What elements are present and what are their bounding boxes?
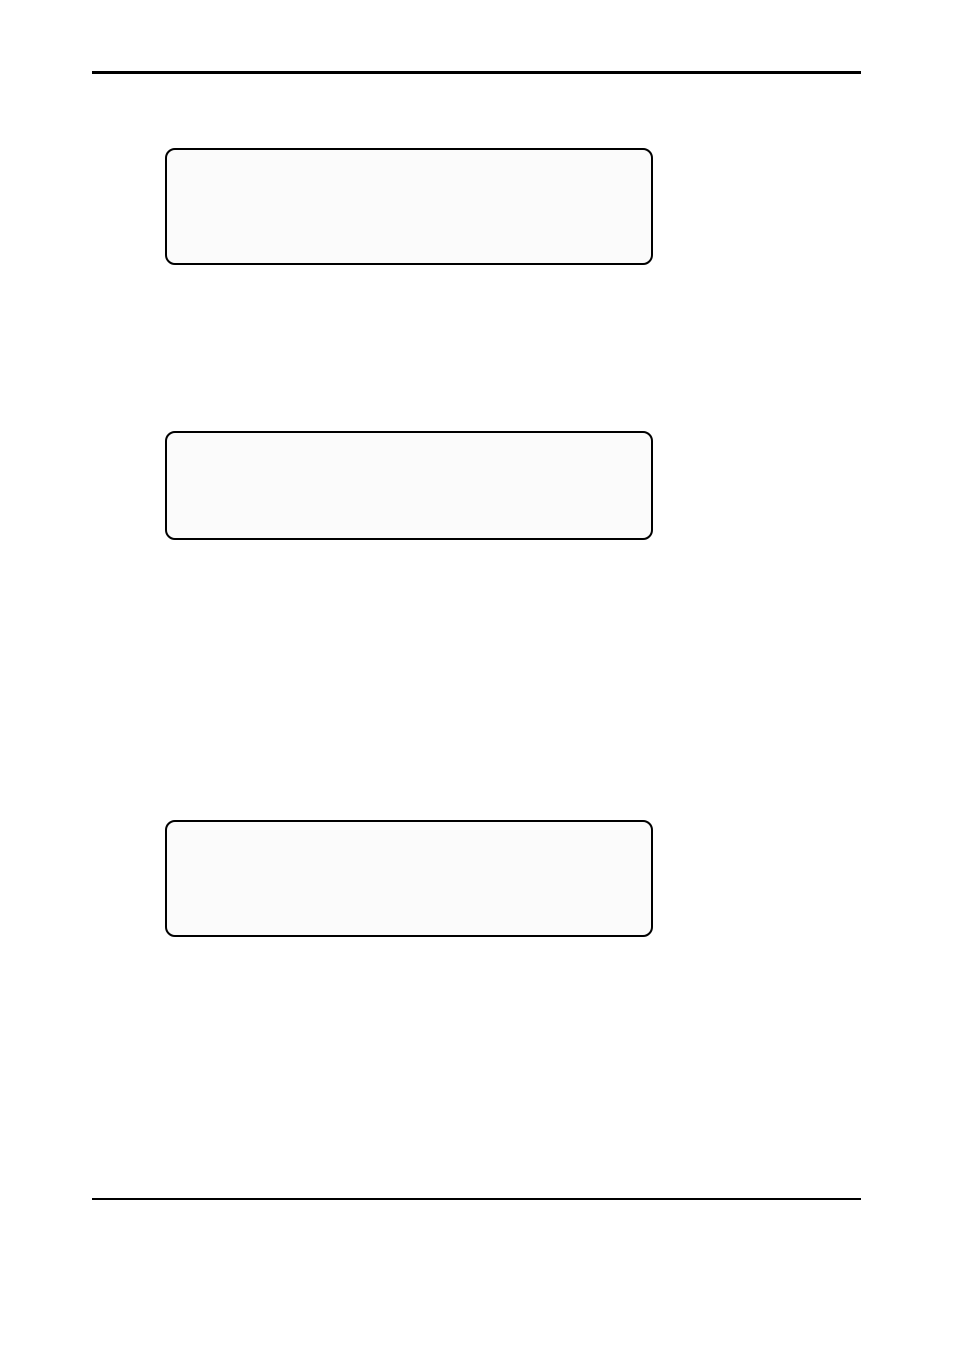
- document-page: [0, 0, 954, 1350]
- header-divider: [92, 71, 861, 74]
- content-box-1: [165, 148, 653, 265]
- footer-divider: [92, 1198, 861, 1200]
- content-box-3: [165, 820, 653, 937]
- content-box-2: [165, 431, 653, 540]
